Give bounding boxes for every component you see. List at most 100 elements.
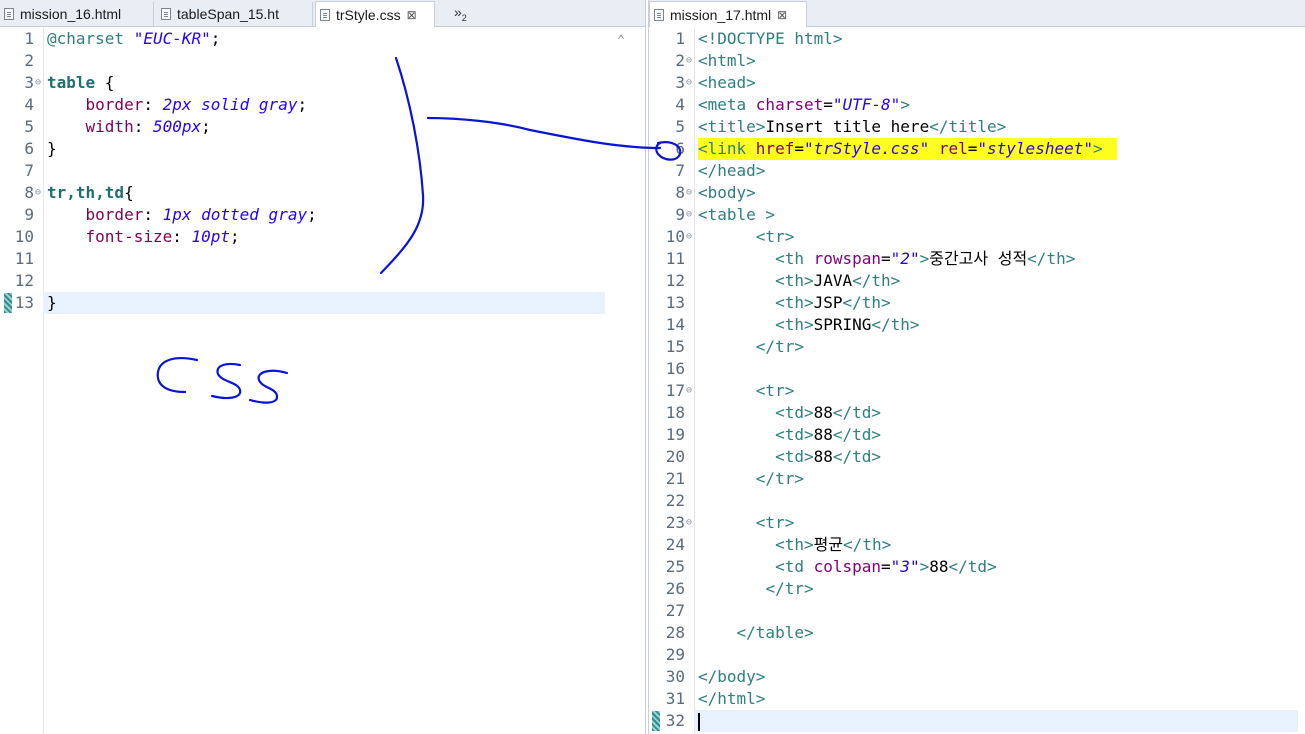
line-number: 3 <box>24 73 34 92</box>
code-text: <table > <box>698 204 775 226</box>
code-line[interactable]: 24 <th>평균</th> <box>649 534 1305 556</box>
tab-trstyle-css[interactable]: trStyle.css ⊠ <box>315 1 435 27</box>
code-line[interactable]: 4 border: 2px solid gray; <box>0 94 645 116</box>
code-line[interactable]: 21 </tr> <box>649 468 1305 490</box>
code-text: </head> <box>698 160 765 182</box>
fold-toggle-icon[interactable]: ⊖ <box>686 72 692 94</box>
code-token: charset <box>755 95 824 114</box>
line-number: 9 <box>24 205 34 224</box>
file-icon <box>654 8 664 21</box>
code-line[interactable]: 9 ⊖ <table > <box>649 204 1305 226</box>
fold-toggle-icon[interactable]: ⊖ <box>35 182 41 204</box>
code-text: <tr> <box>698 226 795 248</box>
code-text: <body> <box>698 182 756 204</box>
tab-mission-16[interactable]: mission_16.html <box>0 2 154 26</box>
code-line[interactable]: 11 <th rowspan="2">중간고사 성적</th> <box>649 248 1305 270</box>
code-line[interactable]: 14 <th>SPRING</th> <box>649 314 1305 336</box>
code-token: "EUC-KR" <box>133 29 211 48</box>
code-line[interactable]: 15 </tr> <box>649 336 1305 358</box>
fold-toggle-icon[interactable]: ⊖ <box>686 50 692 72</box>
code-line[interactable]: 2 <box>0 50 645 72</box>
code-line[interactable]: 13} <box>0 292 645 314</box>
code-line[interactable]: 8 ⊖ <body> <box>649 182 1305 204</box>
line-number: 20 <box>665 447 685 466</box>
code-line[interactable]: 11 <box>0 248 645 270</box>
code-line[interactable]: 20 <td>88</td> <box>649 446 1305 468</box>
code-line[interactable]: 1 @charset "EUC-KR"; <box>0 28 645 50</box>
code-text: <th>평균</th> <box>698 534 891 556</box>
close-icon[interactable]: ⊠ <box>777 8 787 22</box>
code-token: = <box>967 139 978 158</box>
code-line[interactable]: 23 ⊖ <tr> <box>649 512 1305 534</box>
code-line[interactable]: 18 <td>88</td> <box>649 402 1305 424</box>
line-number: 22 <box>665 491 685 510</box>
code-text: <th rowspan="2">중간고사 성적</th> <box>698 248 1075 270</box>
code-token: border <box>47 95 144 114</box>
fold-toggle-icon[interactable]: ⊖ <box>686 512 692 534</box>
code-token: border <box>47 205 144 224</box>
code-line[interactable]: 12 <box>0 270 645 292</box>
code-line[interactable]: 26 </tr> <box>649 578 1305 600</box>
code-line[interactable]: 1 <!DOCTYPE html> <box>649 28 1305 50</box>
tab-mission-17[interactable]: mission_17.html ⊠ <box>649 1 807 27</box>
code-token: "3" <box>890 557 920 576</box>
overflow-count: 2 <box>461 12 467 23</box>
code-token: ; <box>210 29 221 48</box>
code-line[interactable]: 6} <box>0 138 645 160</box>
code-line[interactable]: 7 <box>0 160 645 182</box>
overflow-tabs-button[interactable]: »2 <box>454 4 467 23</box>
code-line[interactable]: 28 </table> <box>649 622 1305 644</box>
code-line[interactable]: 10 ⊖ <tr> <box>649 226 1305 248</box>
code-line[interactable]: 25 <td colspan="3">88</td> <box>649 556 1305 578</box>
code-line[interactable]: 29 <box>649 644 1305 666</box>
code-line[interactable]: 13 <th>JSP</th> <box>649 292 1305 314</box>
code-line[interactable]: 27 <box>649 600 1305 622</box>
code-line[interactable]: 3 ⊖ table { <box>0 72 645 94</box>
html-code-area[interactable]: 1 <!DOCTYPE html> 2 ⊖ <html> 3 ⊖ <head> 4 <meta c… <box>649 27 1305 734</box>
code-line[interactable]: 4 <meta charset="UTF-8"> <box>649 94 1305 116</box>
code-token: ; <box>307 205 317 224</box>
fold-toggle-icon[interactable]: ⊖ <box>686 182 692 204</box>
code-line[interactable]: 3 ⊖ <head> <box>649 72 1305 94</box>
code-line[interactable]: 22 <box>649 490 1305 512</box>
code-line[interactable]: 17 ⊖ <tr> <box>649 380 1305 402</box>
code-line[interactable]: 5 <title>Insert title here</title> <box>649 116 1305 138</box>
code-token: rowspan <box>813 249 882 268</box>
fold-toggle-icon[interactable]: ⊖ <box>686 204 692 226</box>
code-line[interactable]: 10 font-size: 10pt; <box>0 226 645 248</box>
code-line[interactable]: 12 <th>JAVA</th> <box>649 270 1305 292</box>
line-number: 14 <box>665 315 685 334</box>
code-line[interactable]: 9 border: 1px dotted gray; <box>0 204 645 226</box>
line-number: 2 <box>24 51 34 70</box>
code-line[interactable]: 6 <link href="trStyle.css" rel="styleshee… <box>649 138 1305 160</box>
code-line[interactable]: 30 </body> <box>649 666 1305 688</box>
code-line[interactable]: 31 </html> <box>649 688 1305 710</box>
line-number: 1 <box>24 29 34 48</box>
code-token: ; <box>297 95 308 114</box>
code-text: <html> <box>698 50 756 72</box>
tab-tablespan-15[interactable]: tableSpan_15.ht <box>157 2 313 26</box>
code-token: <!DOCTYPE <box>698 29 795 48</box>
code-line[interactable]: 7 </head> <box>649 160 1305 182</box>
code-line[interactable]: 8 ⊖ tr,th,td{ <box>0 182 645 204</box>
code-text: table { <box>47 72 114 94</box>
code-token: 1px dotted gray <box>162 205 308 224</box>
fold-toggle-icon[interactable]: ⊖ <box>686 226 692 248</box>
fold-toggle-icon[interactable]: ⊖ <box>686 380 692 402</box>
code-token: JAVA <box>813 271 853 290</box>
close-icon[interactable]: ⊠ <box>407 8 417 22</box>
code-line[interactable]: 16 <box>649 358 1305 380</box>
css-code-area[interactable]: ⌃ 1 @charset "EUC-KR"; 2 3 ⊖ table {4 border:… <box>0 27 645 734</box>
line-number: 7 <box>675 161 685 180</box>
code-line[interactable]: 2 ⊖ <html> <box>649 50 1305 72</box>
code-line[interactable]: 19 <td>88</td> <box>649 424 1305 446</box>
code-text: <tr> <box>698 512 795 534</box>
fold-toggle-icon[interactable]: ⊖ <box>35 72 41 94</box>
code-line[interactable]: 32 <box>649 710 1305 732</box>
code-line[interactable]: 5 width: 500px; <box>0 116 645 138</box>
